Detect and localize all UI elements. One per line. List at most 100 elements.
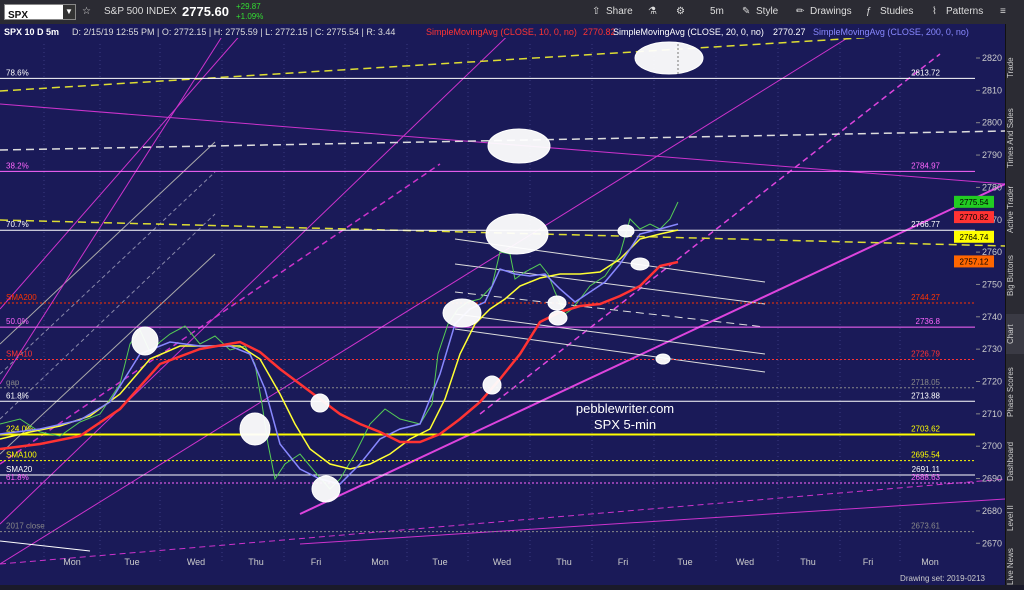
level-value: 2784.97 <box>911 161 940 170</box>
day-label: Thu <box>556 557 572 567</box>
level-name: gap <box>6 378 20 387</box>
drawings-button[interactable]: Drawings <box>810 4 852 20</box>
price-tick-label: 2810 <box>982 85 1002 95</box>
sidebar-tab-dashboard[interactable]: Dashboard <box>1006 432 1024 490</box>
sma10-legend: SimpleMovingAvg (CLOSE, 10, 0, no) <box>426 27 577 37</box>
sidebar-tab-trade[interactable]: Trade <box>1006 38 1024 98</box>
price-tag-label: 2770.82 <box>960 213 989 222</box>
style-icon[interactable]: ✎ <box>742 4 750 20</box>
ohlc-info: D: 2/15/19 12:55 PM | O: 2772.15 | H: 27… <box>72 27 395 37</box>
toolbar: SPX ▼ ☆ S&P 500 INDEX 2775.60 +29.87 +1.… <box>0 0 1024 25</box>
symbol-input[interactable]: SPX ▼ <box>4 4 76 21</box>
price-tag-label: 2764.74 <box>960 233 989 242</box>
level-value: 2736.8 <box>916 317 941 326</box>
day-label: Fri <box>311 557 322 567</box>
day-label: Fri <box>863 557 874 567</box>
price-tick-label: 2780 <box>982 182 1002 192</box>
day-label: Thu <box>800 557 816 567</box>
day-label: Mon <box>371 557 389 567</box>
drawing-set-label[interactable]: Drawing set: 2019-0213 <box>900 573 985 585</box>
drawings-icon[interactable]: ✏ <box>796 4 804 20</box>
price-chart[interactable]: 78.6% 2813.72 38.2% 2784.97 70.7% 2766.77 SMA2… <box>0 23 1006 573</box>
level-name: SMA100 <box>6 451 37 460</box>
patterns-button[interactable]: Patterns <box>946 4 983 20</box>
sidebar-tab-big-buttons[interactable]: Big Buttons <box>1006 246 1024 306</box>
level-name: SMA200 <box>6 293 37 302</box>
index-name: S&P 500 INDEX <box>104 6 177 17</box>
sidebar-tab-live-news[interactable]: Live News <box>1006 544 1024 590</box>
day-label: Tue <box>124 557 139 567</box>
day-label: Wed <box>493 557 511 567</box>
price-tick-label: 2720 <box>982 377 1002 387</box>
price-tag-label: 2775.54 <box>960 198 989 207</box>
price-tick-label: 2730 <box>982 344 1002 354</box>
day-label: Mon <box>921 557 939 567</box>
price-tick-label: 2710 <box>982 409 1002 419</box>
flask-icon[interactable]: ⚗ <box>648 4 657 20</box>
net-change: +29.87 <box>236 2 261 11</box>
price-tick-label: 2740 <box>982 312 1002 322</box>
level-value: 2673.61 <box>911 522 940 531</box>
level-value: 2688.63 <box>911 473 940 482</box>
sma20-legend: SimpleMovingAvg (CLOSE, 20, 0, no) <box>613 27 764 37</box>
gear-icon[interactable]: ⚙ <box>676 4 685 20</box>
studies-button[interactable]: Studies <box>880 4 913 20</box>
day-label: Wed <box>736 557 754 567</box>
share-icon[interactable]: ⇧ <box>592 4 600 20</box>
sidebar-tab-phase-scores[interactable]: Phase Scores <box>1006 358 1024 426</box>
sidebar-tab-level-ii[interactable]: Level II <box>1006 496 1024 540</box>
level-value: 2695.54 <box>911 451 940 460</box>
pct-change: +1.09% <box>236 12 264 21</box>
chart-header: SPX 10 D 5m <box>4 27 59 37</box>
price-tag-label: 2757.12 <box>960 257 989 266</box>
price-tick-label: 2800 <box>982 118 1002 128</box>
right-sidebar: Trade Times And Sales Active Trader Big … <box>1005 24 1024 585</box>
studies-icon[interactable]: ƒ <box>866 4 872 20</box>
sma10-legend-value: 2770.82 <box>583 27 616 37</box>
day-label: Thu <box>248 557 264 567</box>
price-tick-label: 2690 <box>982 474 1002 484</box>
menu-icon[interactable]: ≡ <box>1000 4 1006 20</box>
day-label: Mon <box>63 557 81 567</box>
level-value: 2744.27 <box>911 293 940 302</box>
level-value: 2813.72 <box>911 68 940 77</box>
level-value: 2726.79 <box>911 350 940 359</box>
style-button[interactable]: Style <box>756 4 778 20</box>
level-name: 61.8% <box>6 473 29 482</box>
level-value: 2703.62 <box>911 424 940 433</box>
sidebar-tab-chart[interactable]: Chart <box>1006 314 1024 354</box>
symbol-text: SPX <box>8 10 29 21</box>
day-label: Tue <box>677 557 692 567</box>
price-tick-label: 2790 <box>982 150 1002 160</box>
day-label: Wed <box>187 557 205 567</box>
price-tick-label: 2700 <box>982 441 1002 451</box>
sidebar-tab-active-trader[interactable]: Active Trader <box>1006 176 1024 242</box>
price-tick-label: 2680 <box>982 506 1002 516</box>
level-name: 2017 close <box>6 522 45 531</box>
last-price: 2775.60 <box>182 4 229 19</box>
watermark-caption: SPX 5-min <box>594 417 656 432</box>
level-value: 2713.88 <box>911 391 940 400</box>
level-name: 78.6% <box>6 68 29 77</box>
timeframe-button[interactable]: 5m <box>710 4 724 20</box>
chart-area[interactable]: 78.6% 2813.72 38.2% 2784.97 70.7% 2766.77 SMA2… <box>0 23 1006 573</box>
price-tick-label: 2670 <box>982 538 1002 548</box>
chevron-down-icon[interactable]: ▼ <box>63 5 75 19</box>
level-value: 2766.77 <box>911 220 940 229</box>
sma20-legend-value: 2770.27 <box>773 27 806 37</box>
level-name: 70.7% <box>6 220 29 229</box>
day-label: Fri <box>618 557 629 567</box>
watermark-site: pebblewriter.com <box>576 401 674 416</box>
price-tick-label: 2820 <box>982 53 1002 63</box>
level-value: 2718.05 <box>911 378 940 387</box>
level-name: 50.0% <box>6 317 29 326</box>
sidebar-tab-times-and-sales[interactable]: Times And Sales <box>1006 104 1024 172</box>
star-icon[interactable]: ☆ <box>82 4 91 20</box>
share-button[interactable]: Share <box>606 4 633 20</box>
level-name: SMA10 <box>6 350 33 359</box>
price-tick-label: 2750 <box>982 279 1002 289</box>
level-name: 38.2% <box>6 161 29 170</box>
patterns-icon[interactable]: ⌇ <box>932 4 937 20</box>
day-label: Tue <box>432 557 447 567</box>
sma200-legend: SimpleMovingAvg (CLOSE, 200, 0, no) <box>813 27 969 37</box>
